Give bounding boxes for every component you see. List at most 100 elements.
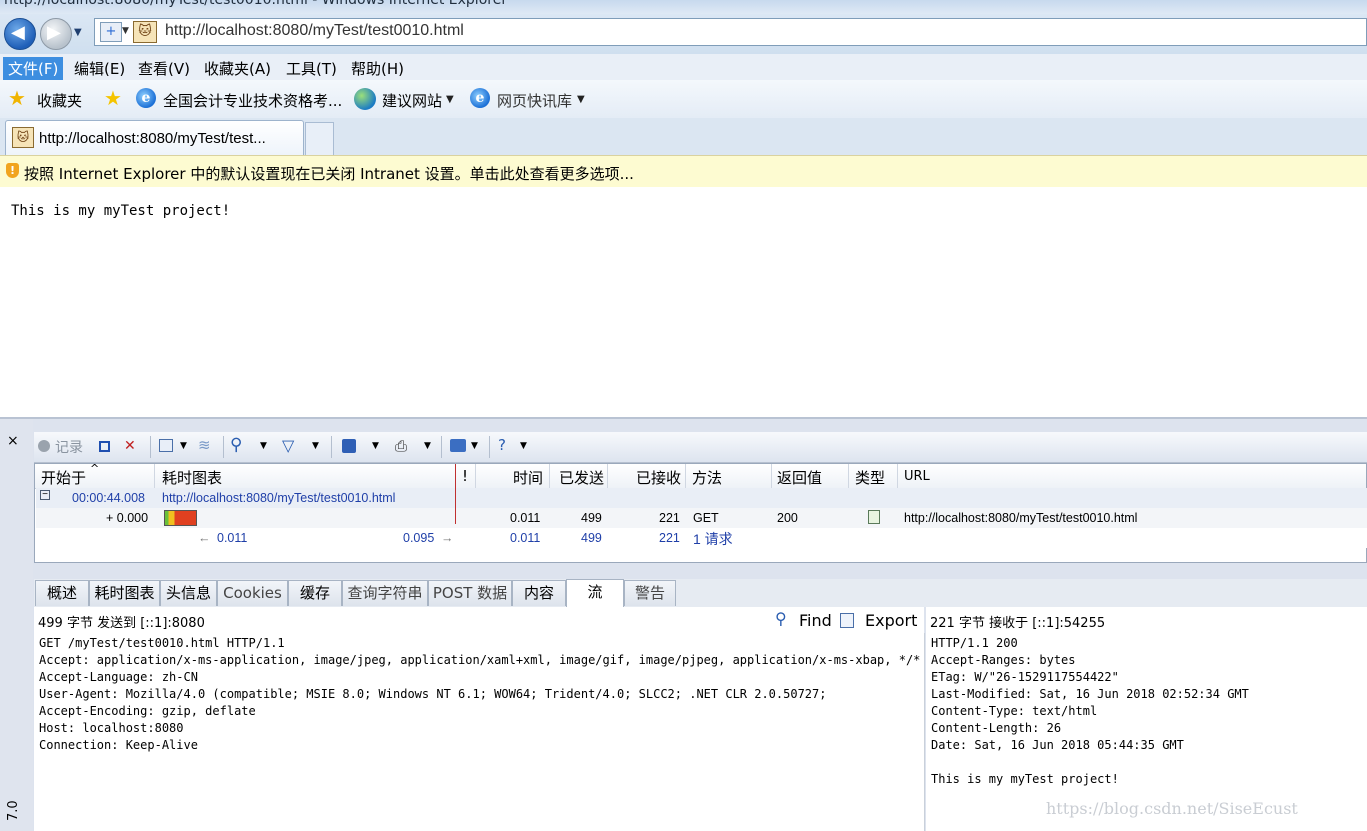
save-icon[interactable] <box>342 439 356 453</box>
stop-icon[interactable] <box>99 441 110 452</box>
search-icon[interactable]: ⚲ <box>230 435 242 455</box>
chevron-down-icon[interactable]: ▼ <box>520 441 527 451</box>
help-icon[interactable]: ? <box>498 436 506 454</box>
summary-requests: 1 请求 <box>693 531 733 547</box>
chevron-down-icon[interactable]: ▼ <box>372 441 379 451</box>
chevron-down-icon[interactable]: ▼ <box>471 441 478 451</box>
summary-t2: 0.095 <box>403 531 435 545</box>
column-divider <box>771 464 772 488</box>
tab-cache[interactable]: 缓存 <box>288 580 342 606</box>
record-button[interactable]: 记录 <box>55 437 83 457</box>
col-url[interactable]: URL <box>904 469 930 484</box>
tab-content[interactable]: 内容 <box>512 580 566 606</box>
session-time: 0.011 <box>510 511 541 525</box>
compat-view-icon[interactable]: + <box>100 22 122 42</box>
col-method[interactable]: 方法 <box>692 467 722 488</box>
chevron-down-icon[interactable]: ▼ <box>180 441 187 451</box>
chevron-down-icon[interactable]: ▼ <box>446 94 454 105</box>
tab-headers[interactable]: 头信息 <box>160 580 217 606</box>
tab-query-string[interactable]: 查询字符串 <box>342 580 428 606</box>
col-type[interactable]: 类型 <box>855 467 885 488</box>
stack-icon[interactable]: ≋ <box>198 436 211 454</box>
favorite-link-accounting[interactable]: 全国会计专业技术资格考... <box>163 90 342 111</box>
session-group-url: http://localhost:8080/myTest/test0010.ht… <box>162 491 396 505</box>
session-status: 200 <box>777 511 798 525</box>
web-slice-gallery-link[interactable]: 网页快讯库 <box>497 90 572 111</box>
forward-button[interactable]: ▶ <box>40 18 72 50</box>
session-start-time: 00:00:44.008 <box>72 491 145 505</box>
col-alert[interactable]: ! <box>462 467 468 485</box>
forward-arrow-icon: ▶ <box>47 22 61 43</box>
response-pane-header: 221 字节 接收于 [::1]:54255 <box>926 607 1367 634</box>
export-icon[interactable] <box>840 613 854 628</box>
tab-warnings[interactable]: 警告 <box>624 580 676 606</box>
summary-sent: 499 <box>581 531 602 545</box>
session-list: 开始于 ^ 耗时图表 ! 时间 已发送 已接收 方法 返回值 类型 URL − … <box>34 462 1367 563</box>
fiddler-toolbar: 记录 ✕ ▼ ≋ ⚲ ▼ ▽ ▼ ▼ ⎙ ▼ ▼ ? ▼ <box>34 432 1367 463</box>
chevron-down-icon[interactable]: ▼ <box>424 441 431 451</box>
fiddler-panel: × 7.0 记录 ✕ ▼ ≋ ⚲ ▼ ▽ ▼ ▼ ⎙ ▼ ▼ ? ▼ 开始于 ^… <box>0 417 1367 831</box>
tab-stream[interactable]: 流 <box>566 579 624 607</box>
chevron-down-icon[interactable]: ▼ <box>260 441 267 451</box>
browser-tab-active[interactable]: 🐱 http://localhost:8080/myTest/test... <box>5 120 304 155</box>
close-icon[interactable]: × <box>7 433 19 449</box>
back-button[interactable]: ◀ <box>4 18 36 50</box>
col-timeline[interactable]: 耗时图表 <box>162 467 222 488</box>
session-offset: + 0.000 <box>106 511 149 525</box>
clear-icon[interactable]: ✕ <box>124 438 136 454</box>
search-icon[interactable]: ⚲ <box>775 609 787 628</box>
column-divider <box>154 464 155 488</box>
tab-post-data[interactable]: POST 数据 <box>428 580 512 606</box>
col-status[interactable]: 返回值 <box>777 467 822 488</box>
filter-icon[interactable]: ▽ <box>282 436 294 455</box>
record-icon[interactable] <box>38 440 50 452</box>
print-icon[interactable]: ⎙ <box>395 437 407 455</box>
session-url: http://localhost:8080/myTest/test0010.ht… <box>904 511 1138 525</box>
tab-overview[interactable]: 概述 <box>35 580 89 606</box>
toolbar-separator <box>331 436 332 458</box>
favorites-bar: ★ 收藏夹 ★ e 全国会计专业技术资格考... 建议网站 ▼ e 网页快讯库 … <box>0 80 1367 118</box>
col-start[interactable]: 开始于 <box>41 467 86 488</box>
html-document-icon <box>868 510 880 524</box>
menu-favorites[interactable]: 收藏夹(A) <box>199 57 276 80</box>
tab-cookies[interactable]: Cookies <box>217 580 288 606</box>
chevron-down-icon[interactable]: ▼ <box>312 441 319 451</box>
history-dropdown-icon[interactable]: ▼ <box>74 27 82 38</box>
watermark-text: https://blog.csdn.net/SiseEcust <box>1046 799 1298 818</box>
add-favorite-icon[interactable]: ★ <box>104 88 122 108</box>
tab-timeline[interactable]: 耗时图表 <box>89 580 160 606</box>
chevron-down-icon[interactable]: ▼ <box>122 26 129 36</box>
menu-view[interactable]: 查看(V) <box>133 57 195 80</box>
session-group-row[interactable]: − 00:00:44.008 http://localhost:8080/myT… <box>36 488 1367 508</box>
response-body: HTTP/1.1 200 Accept-Ranges: bytes ETag: … <box>931 636 1249 786</box>
menu-tools[interactable]: 工具(T) <box>281 57 342 80</box>
col-sent[interactable]: 已发送 <box>559 467 604 488</box>
col-received[interactable]: 已接收 <box>636 467 681 488</box>
menu-edit[interactable]: 编辑(E) <box>69 57 130 80</box>
collapse-icon[interactable]: − <box>40 490 50 500</box>
find-button[interactable]: Find <box>799 611 832 630</box>
column-divider <box>607 464 608 488</box>
export-button[interactable]: Export <box>865 611 917 630</box>
column-divider <box>475 464 476 488</box>
response-size-label: 221 字节 接收于 [::1]:54255 <box>930 616 1106 631</box>
new-tab-button[interactable] <box>305 122 334 155</box>
timeline-bar <box>164 510 197 526</box>
menu-help[interactable]: 帮助(H) <box>346 57 409 80</box>
request-stream-text[interactable]: GET /myTest/test0010.html HTTP/1.1 Accep… <box>34 633 925 831</box>
chevron-down-icon[interactable]: ▼ <box>577 94 585 105</box>
suggested-sites-link[interactable]: 建议网站 <box>382 90 442 111</box>
summary-time: 0.011 <box>510 531 541 545</box>
table-row[interactable]: + 0.000 0.011 499 221 GET 200 http://loc… <box>36 508 1367 528</box>
address-url[interactable]: http://localhost:8080/myTest/test0010.ht… <box>165 22 464 40</box>
arrow-right-icon: → <box>441 531 454 545</box>
toolbox-icon[interactable] <box>450 439 466 452</box>
favorites-button[interactable]: 收藏夹 <box>37 90 82 111</box>
view-icon[interactable] <box>159 439 173 452</box>
information-bar[interactable]: ! 按照 Internet Explorer 中的默认设置现在已关闭 Intra… <box>0 155 1367 188</box>
information-bar-text[interactable]: 按照 Internet Explorer 中的默认设置现在已关闭 Intrane… <box>24 163 634 184</box>
menu-file[interactable]: 文件(F) <box>3 57 64 80</box>
page-content: This is my myTest project! <box>0 187 1367 417</box>
tab-title: http://localhost:8080/myTest/test... <box>39 130 266 147</box>
col-time[interactable]: 时间 <box>513 467 543 488</box>
